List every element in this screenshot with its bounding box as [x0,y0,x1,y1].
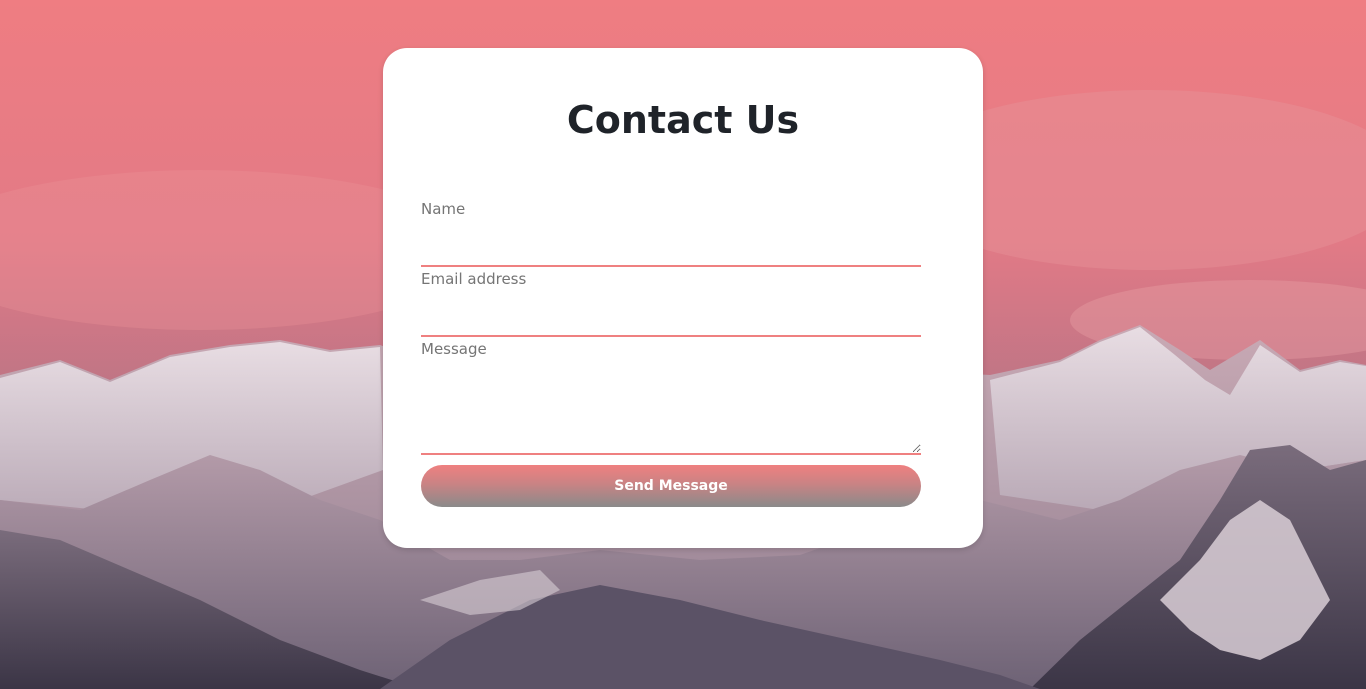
message-label: Message [421,340,487,358]
name-input[interactable] [421,230,921,267]
email-input[interactable] [421,300,921,337]
email-field-group: Email address [421,270,921,337]
email-label: Email address [421,270,527,288]
page-title: Contact Us [566,98,800,142]
send-message-button[interactable]: Send Message [421,465,921,507]
message-textarea[interactable] [421,364,921,455]
contact-card: Contact Us Name Email address Message Se… [383,48,983,548]
name-field-group: Name [421,200,921,267]
message-field-group: Message [421,340,921,455]
name-label: Name [421,200,466,218]
